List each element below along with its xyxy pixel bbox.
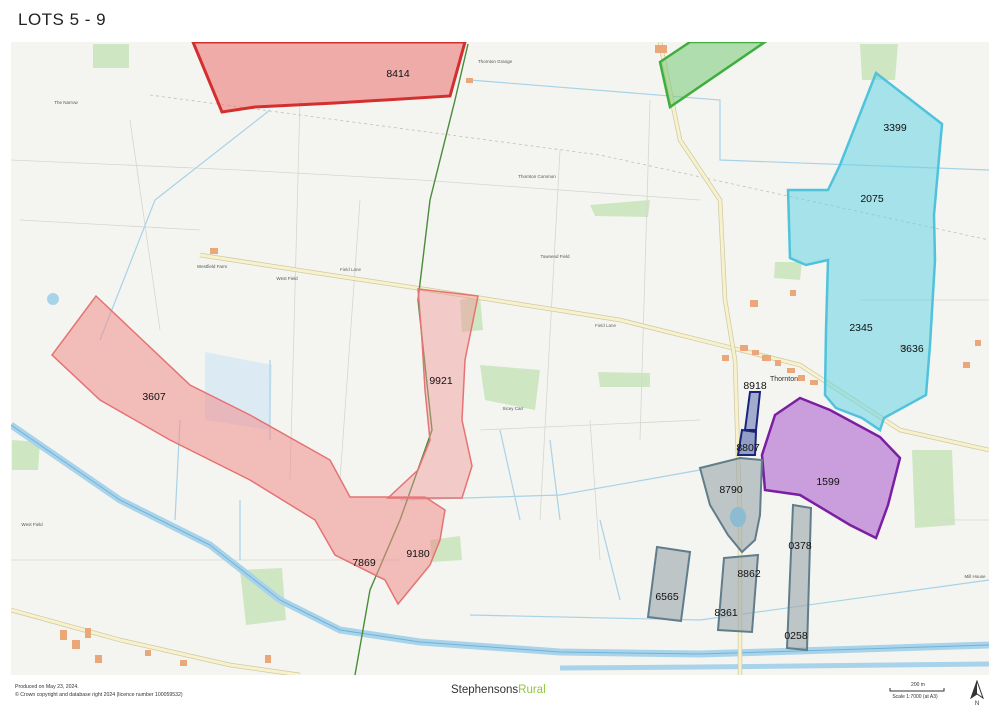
plot-label-2075: 2075 <box>860 193 884 205</box>
plot-label-8862: 8862 <box>737 568 761 580</box>
plot-label-9921: 9921 <box>429 375 453 387</box>
plot-label-0378: 0378 <box>788 540 812 552</box>
place-west-field-bottom: West Field <box>21 522 43 527</box>
plot-label-8414: 8414 <box>386 68 410 80</box>
place-west-field-top: West Field <box>276 276 298 281</box>
place-sicey-carr: Sicey Carr <box>502 406 524 411</box>
plot-label-8918: 8918 <box>743 380 767 392</box>
footer-credits: Produced on May 23, 2024. © Crown copyri… <box>15 683 183 699</box>
plot-label-1599: 1599 <box>816 476 840 488</box>
road-label-1: Field Lane <box>340 267 362 272</box>
north-arrow-icon: N <box>970 680 984 706</box>
north-label: N <box>975 701 979 706</box>
plot-label-3607: 3607 <box>142 391 166 403</box>
plot-label-3636: 3636 <box>900 343 924 355</box>
place-westfield-farm: Westfield Farm <box>197 264 227 269</box>
scale-note: Scale 1:7000 (at A3) <box>892 694 938 700</box>
place-thornton-grange: Thornton Grange <box>478 59 513 64</box>
plot-label-2345: 2345 <box>849 322 873 334</box>
village-name: Thornton <box>770 376 798 383</box>
brand-logo: StephensonsRural <box>451 684 546 696</box>
place-the-narrow: The Narrow <box>54 100 78 105</box>
map-canvas[interactable]: The Narrow West Field West Field Thornto… <box>11 42 989 675</box>
plot-label-9180: 9180 <box>406 548 430 560</box>
plot-label-8790: 8790 <box>719 484 743 496</box>
plot-label-8807: 8807 <box>736 442 760 454</box>
place-townend-field: Townend Field <box>540 254 570 259</box>
place-mill-house: Mill House <box>964 574 986 579</box>
brand-accent: Rural <box>518 684 546 696</box>
place-thornton-common: Thornton Common <box>518 174 556 179</box>
plot-label-8361: 8361 <box>714 607 738 619</box>
scale-bar <box>889 688 945 692</box>
plot-label-0258: 0258 <box>784 630 808 642</box>
plot-label-7869: 7869 <box>352 557 376 569</box>
page-title: LOTS 5 - 9 <box>18 10 107 29</box>
plot-label-3399: 3399 <box>883 122 907 134</box>
map-svg: The Narrow West Field West Field Thornto… <box>11 42 989 675</box>
lot-8790-pond <box>730 507 746 527</box>
pond <box>47 293 59 305</box>
produced-date: Produced on May 23, 2024. <box>15 684 79 690</box>
lot-8862-polygon[interactable] <box>716 553 760 634</box>
copyright-notice: © Crown copyright and database right 202… <box>15 692 183 698</box>
road-label-2: Field Lane <box>595 323 617 328</box>
plot-label-6565: 6565 <box>655 591 679 603</box>
brand-main: Stephensons <box>451 684 519 696</box>
